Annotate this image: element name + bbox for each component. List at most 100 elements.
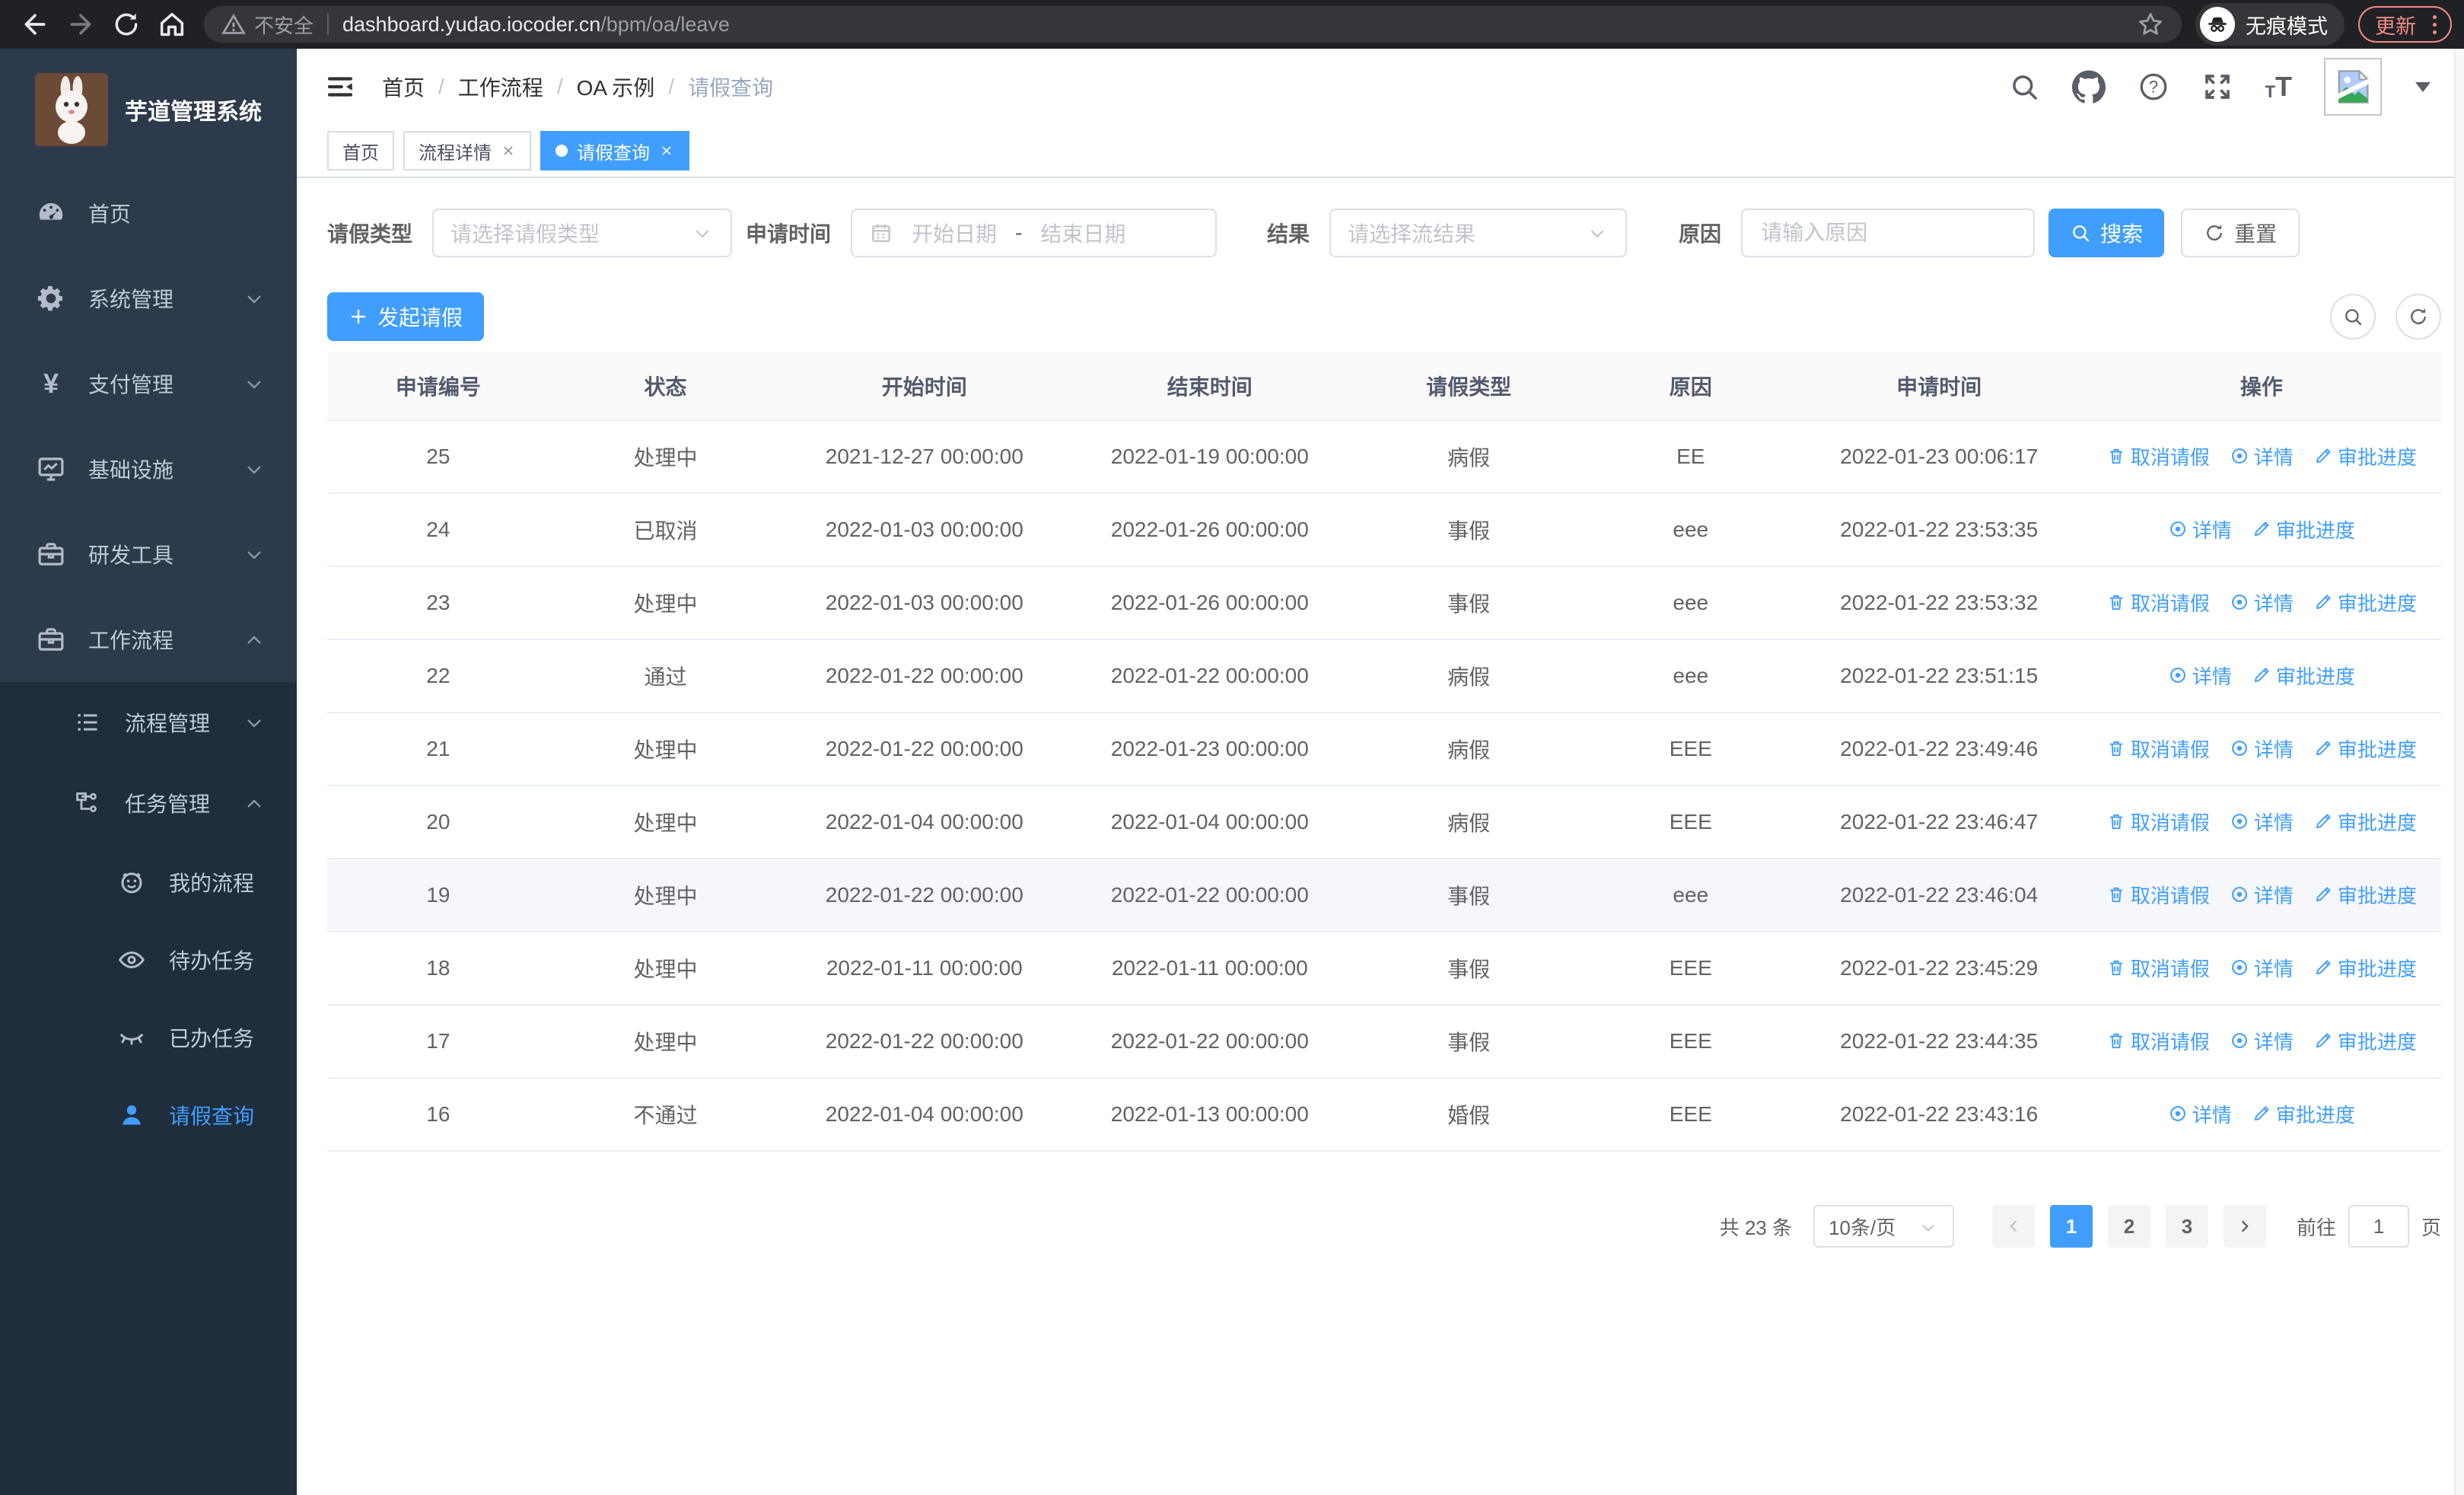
search-icon[interactable] [2008, 71, 2040, 103]
result-label: 结果 [1267, 222, 1310, 246]
briefcase-icon [33, 623, 68, 655]
tab-home[interactable]: 首页 [327, 131, 394, 171]
progress-link[interactable]: 审批进度 [2252, 1100, 2355, 1128]
avatar-dropdown-caret[interactable] [2415, 81, 2431, 92]
breadcrumb-home[interactable]: 首页 [382, 72, 425, 102]
page-size-select[interactable]: 10条/页 [1813, 1205, 1954, 1248]
browser-home-button[interactable] [154, 6, 190, 43]
font-size-icon[interactable]: TT [2265, 73, 2292, 100]
detail-link[interactable]: 详情 [2168, 515, 2232, 543]
eye-closed-icon [114, 1022, 149, 1053]
detail-link[interactable]: 详情 [2230, 735, 2294, 763]
fullscreen-icon[interactable] [2201, 71, 2233, 103]
progress-link[interactable]: 审批进度 [2252, 515, 2355, 543]
sidebar-item-todo-tasks[interactable]: 待办任务 [0, 921, 297, 999]
avatar[interactable] [2324, 58, 2382, 116]
create-leave-button[interactable]: 发起请假 [327, 292, 485, 341]
sidebar-item-system[interactable]: 系统管理 [0, 256, 297, 341]
page-button-2[interactable]: 2 [2107, 1205, 2150, 1248]
detail-link[interactable]: 详情 [2230, 588, 2294, 617]
sidebar-logo[interactable]: 芋道管理系统 [0, 49, 297, 171]
detail-link[interactable]: 详情 [2230, 1027, 2294, 1055]
sidebar-item-task-mgmt[interactable]: 任务管理 [0, 763, 297, 843]
leave-type-label: 请假类型 [327, 222, 413, 246]
bookmark-star-icon[interactable] [2136, 10, 2165, 39]
sidebar-item-my-process[interactable]: 我的流程 [0, 843, 297, 921]
progress-link[interactable]: 审批进度 [2313, 954, 2417, 982]
table-row: 19 处理中 2022-01-22 00:00:00 2022-01-22 00:00… [327, 859, 2441, 932]
refresh-table-icon[interactable] [2396, 294, 2441, 339]
sidebar-item-devtools[interactable]: 研发工具 [0, 512, 297, 597]
browser-update-button[interactable]: 更新 [2358, 6, 2452, 43]
sidebar-item-done-tasks[interactable]: 已办任务 [0, 999, 297, 1076]
progress-link[interactable]: 审批进度 [2313, 442, 2417, 470]
detail-link[interactable]: 详情 [2168, 661, 2232, 690]
breadcrumb-oa-example[interactable]: OA 示例 [577, 72, 655, 102]
sidebar-collapse-icon[interactable] [324, 71, 356, 103]
detail-link[interactable]: 详情 [2230, 954, 2294, 982]
chevron-down-icon [691, 221, 714, 246]
reset-button[interactable]: 重置 [2181, 209, 2300, 257]
detail-link[interactable]: 详情 [2230, 442, 2294, 470]
tab-process-detail[interactable]: 流程详情 [403, 131, 531, 171]
leave-type-select[interactable]: 请选择请假类型 [432, 209, 733, 257]
sidebar-item-leave-query[interactable]: 请假查询 [0, 1076, 297, 1154]
progress-link[interactable]: 审批进度 [2313, 588, 2417, 617]
security-label[interactable]: 不安全 [254, 11, 314, 39]
page-button-1[interactable]: 1 [2049, 1205, 2093, 1248]
goto-page-input[interactable] [2348, 1205, 2409, 1248]
tab-leave-query[interactable]: 请假查询 [540, 131, 689, 171]
next-page-button[interactable] [2223, 1205, 2266, 1248]
detail-link[interactable]: 详情 [2230, 808, 2294, 836]
cancel-leave-link[interactable]: 取消请假 [2106, 881, 2210, 909]
cancel-leave-link[interactable]: 取消请假 [2106, 1027, 2210, 1055]
progress-link[interactable]: 审批进度 [2313, 808, 2417, 836]
sidebar-item-workflow[interactable]: 工作流程 [0, 597, 297, 682]
security-warning-icon[interactable] [221, 11, 247, 37]
close-icon[interactable] [659, 143, 674, 158]
leave-table: 申请编号 状态 开始时间 结束时间 请假类型 原因 申请时间 操作 25 处理中 2 [327, 352, 2441, 1152]
progress-link[interactable]: 审批进度 [2313, 881, 2417, 909]
cancel-leave-link[interactable]: 取消请假 [2106, 588, 2210, 617]
col-reason: 原因 [1584, 352, 1797, 421]
progress-link[interactable]: 审批进度 [2252, 661, 2355, 690]
page-scrollbar[interactable] [2454, 49, 2464, 1495]
workflow-submenu: 流程管理 任务管理 我的流程 待办任务 已办任务 请假查询 [0, 682, 297, 1154]
detail-link[interactable]: 详情 [2230, 881, 2294, 909]
detail-link[interactable]: 详情 [2168, 1100, 2232, 1128]
cancel-leave-link[interactable]: 取消请假 [2106, 954, 2210, 982]
col-end-time: 结束时间 [1067, 352, 1353, 421]
browser-forward-button[interactable] [62, 6, 99, 43]
result-select[interactable]: 请选择流结果 [1329, 209, 1628, 257]
prev-page-button[interactable] [1991, 1205, 2035, 1248]
browser-menu-icon[interactable] [2427, 14, 2443, 34]
close-icon[interactable] [501, 143, 516, 158]
sidebar-item-payment[interactable]: ¥ 支付管理 [0, 341, 297, 426]
reason-input[interactable] [1743, 210, 2034, 256]
cancel-leave-link[interactable]: 取消请假 [2106, 808, 2210, 836]
breadcrumb-workflow[interactable]: 工作流程 [458, 72, 543, 102]
cancel-leave-link[interactable]: 取消请假 [2106, 735, 2210, 763]
github-icon[interactable] [2072, 70, 2106, 104]
search-form: 请假类型 请选择请假类型 申请时间 开始日期 - 结束日期 结果 请选择流结果 … [327, 209, 2441, 257]
search-button[interactable]: 搜索 [2049, 209, 2165, 257]
progress-link[interactable]: 审批进度 [2313, 735, 2417, 763]
sidebar-item-infra[interactable]: 基础设施 [0, 426, 297, 512]
sidebar-item-home[interactable]: 首页 [0, 171, 297, 256]
page-button-3[interactable]: 3 [2165, 1205, 2208, 1248]
incognito-badge: 无痕模式 [2195, 3, 2345, 46]
start-date-placeholder[interactable]: 开始日期 [912, 218, 997, 248]
progress-link[interactable]: 审批进度 [2313, 1027, 2417, 1055]
address-bar[interactable]: 不安全 dashboard.yudao.iocoder.cn/bpm/oa/le… [204, 6, 2182, 43]
toggle-search-icon[interactable] [2330, 294, 2376, 339]
active-dot [556, 145, 568, 157]
browser-back-button[interactable] [17, 6, 53, 43]
apply-time-range-picker[interactable]: 开始日期 - 结束日期 [851, 209, 1218, 257]
cancel-leave-link[interactable]: 取消请假 [2106, 442, 2210, 470]
end-date-placeholder[interactable]: 结束日期 [1040, 218, 1125, 248]
browser-reload-button[interactable] [108, 6, 145, 43]
col-start-time: 开始时间 [782, 352, 1068, 421]
help-icon[interactable] [2138, 71, 2170, 103]
sidebar-item-process-mgmt[interactable]: 流程管理 [0, 682, 297, 763]
breadcrumb-current: 请假查询 [688, 76, 774, 100]
